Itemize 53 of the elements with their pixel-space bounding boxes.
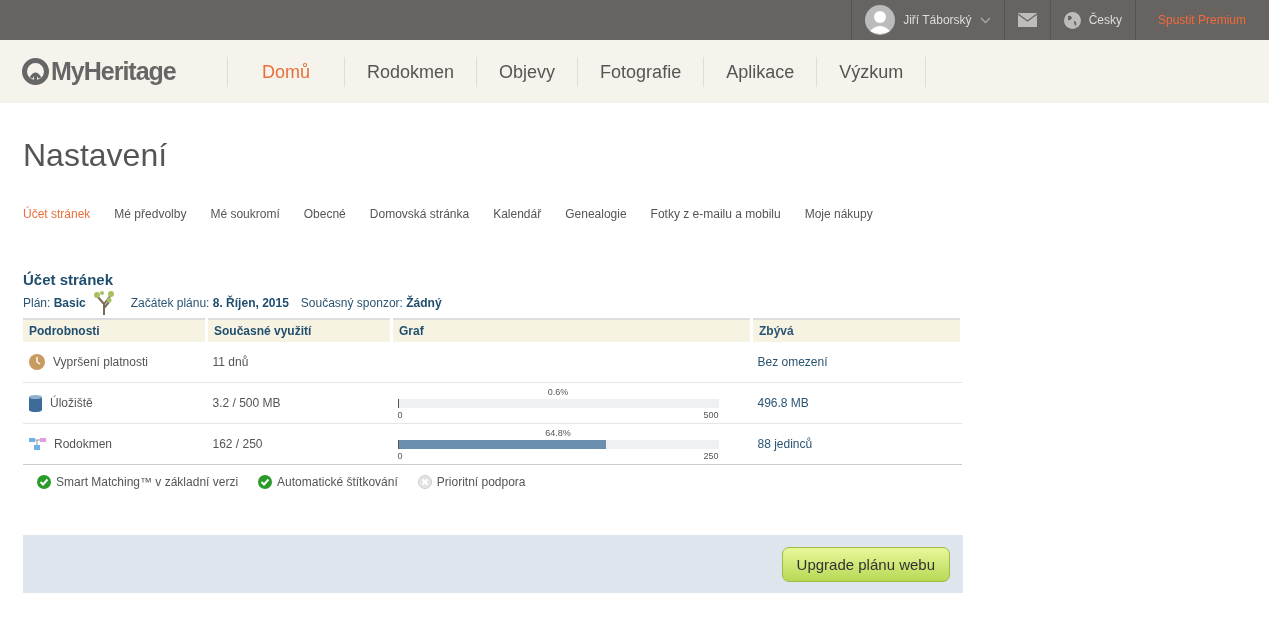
chart-tree-icon bbox=[29, 438, 46, 450]
user-name[interactable]: Jiří Táborský bbox=[903, 13, 972, 27]
cylinder-icon bbox=[29, 394, 42, 412]
nav-link[interactable]: Fotografie bbox=[578, 56, 705, 87]
column-header: Zbývá bbox=[751, 319, 962, 342]
feature-label: Automatické štítkování bbox=[277, 475, 398, 489]
scale-max: 500 bbox=[703, 409, 719, 420]
nav-link[interactable]: Objevy bbox=[477, 56, 579, 87]
clock-icon bbox=[29, 354, 45, 370]
logo-text[interactable]: MyHeritage bbox=[51, 57, 176, 86]
avatar-icon bbox=[865, 5, 896, 35]
usage-value: 162 / 250 bbox=[212, 437, 263, 451]
settings-tab[interactable]: Genealogie bbox=[565, 207, 627, 221]
column-header: Podrobnosti bbox=[23, 319, 207, 342]
column-header: Současné využití bbox=[206, 319, 392, 342]
remaining-value: Bez omezení bbox=[757, 355, 828, 369]
detail-name: Úložiště bbox=[50, 396, 93, 410]
settings-tab[interactable]: Kalendář bbox=[493, 207, 542, 221]
upgrade-button[interactable]: Upgrade plánu webu bbox=[781, 546, 950, 582]
sponsor-label: Současný sponzor: Žádný bbox=[300, 296, 442, 310]
plan-label: Plán: Basic bbox=[23, 296, 86, 310]
usage-value: 11 dnů bbox=[212, 355, 249, 369]
percent-label: 0.6% bbox=[546, 386, 570, 397]
nav-link[interactable]: Aplikace bbox=[704, 56, 818, 87]
settings-tab[interactable]: Moje nákupy bbox=[804, 207, 873, 221]
nav-link[interactable]: Výzkum bbox=[817, 56, 927, 87]
nav-link[interactable]: Rodokmen bbox=[345, 56, 478, 87]
section-title: Účet stránek bbox=[23, 271, 115, 288]
column-header: Graf bbox=[391, 319, 752, 342]
tree-icon bbox=[91, 290, 116, 316]
language-link[interactable]: Česky bbox=[1088, 13, 1122, 27]
feature-label: Smart Matching™ v základní verzi bbox=[56, 475, 239, 489]
detail-name: Rodokmen bbox=[54, 437, 113, 451]
chevron-down-icon[interactable] bbox=[979, 16, 991, 24]
scale-max: 250 bbox=[703, 450, 719, 461]
page-title: Nastavení bbox=[23, 137, 169, 174]
scale-min: 0 bbox=[397, 450, 403, 461]
logo-icon bbox=[22, 58, 49, 85]
envelope-icon[interactable] bbox=[1017, 13, 1037, 27]
scale-min: 0 bbox=[397, 409, 403, 420]
settings-tab[interactable]: Mé soukromí bbox=[210, 207, 280, 221]
detail-name: Vypršení platnosti bbox=[53, 355, 148, 369]
settings-tab[interactable]: Obecné bbox=[303, 207, 346, 221]
remaining-value: 496.8 MB bbox=[757, 396, 809, 410]
remaining-value: 88 jedinců bbox=[757, 437, 813, 451]
settings-tab[interactable]: Mé předvolby bbox=[114, 207, 187, 221]
settings-tab[interactable]: Fotky z e-mailu a mobilu bbox=[650, 207, 781, 221]
plan-start-label: Začátek plánu: 8. Říjen, 2015 bbox=[130, 296, 289, 310]
percent-label: 64.8% bbox=[544, 427, 572, 438]
usage-value: 3.2 / 500 MB bbox=[212, 396, 281, 410]
feature-label: Prioritní podpora bbox=[436, 475, 526, 489]
globe-icon bbox=[1063, 11, 1081, 29]
settings-tab[interactable]: Domovská stránka bbox=[369, 207, 470, 221]
